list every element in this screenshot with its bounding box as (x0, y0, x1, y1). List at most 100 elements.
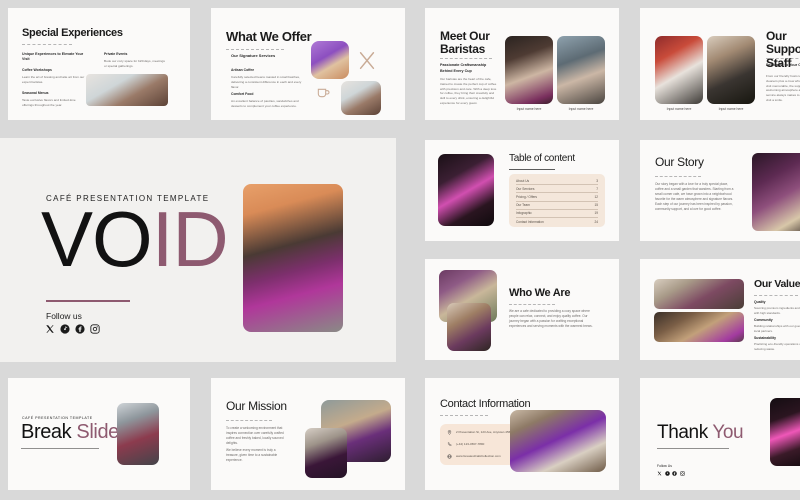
mission-paragraph-1: We believe every moment is truly a treas… (226, 448, 278, 462)
server-red-interior-photo (655, 36, 703, 104)
slide-our-mission[interactable]: Our Mission To create a welcoming enviro… (211, 378, 405, 490)
contact-row-phone[interactable]: (+44) 123-4567-7890 (447, 442, 519, 447)
tiktok-icon[interactable] (60, 324, 70, 334)
value-body-2: Practicing eco-friendly operations and r… (754, 342, 800, 351)
section-heading-0: Artisan Coffee (231, 68, 255, 72)
title-rule (226, 420, 272, 421)
slide-who-we-are[interactable]: Who We Are We are a cafe dedicated to pr… (425, 259, 619, 360)
toc-label: Pricing / Offers (516, 194, 538, 199)
slide-what-we-offer[interactable]: What We Offer Our Signature Services Art… (211, 8, 405, 120)
slide-body: Our baristas are the heart of the cafe, … (440, 77, 497, 105)
slide-meet-our-baristas[interactable]: Meet Our Baristas Passionate Craftsmansh… (425, 8, 619, 120)
hero-divider (46, 300, 130, 302)
value-heading-1: Community (754, 318, 773, 322)
slide-title: Who We Are (509, 287, 571, 299)
toc-row[interactable]: Pricing / Offers 12 (516, 193, 598, 202)
contact-text: (+44) 123-4567-7890 (456, 442, 485, 446)
section-body-1: An excellent balance of pastries, sandwi… (231, 99, 299, 108)
title-rule (440, 58, 492, 59)
friends-with-coffee-photo (447, 303, 491, 351)
contact-row-website[interactable]: www.GreatestCaféCollection.com (447, 454, 519, 459)
title-rule (766, 58, 800, 59)
tiktok-icon[interactable] (664, 471, 670, 476)
globe-icon (447, 454, 452, 459)
slide-deck-overview: Special Experiences Unique Experiences t… (0, 0, 800, 500)
slide-our-support-staff[interactable]: Input name here Input name here Our Supp… (640, 8, 800, 120)
coffee-cup-icon (317, 88, 330, 98)
thank-you-title-dark: Thank (657, 422, 708, 443)
toc-label: Infographic (516, 211, 532, 216)
slide-body: From our friendly hosts to our careful c… (766, 74, 800, 102)
slide-subtitle: Passionate Craftsmanship Behind Every Cu… (440, 63, 487, 73)
slide-table-of-content[interactable]: Table of content About Us 3 Our Services 7… (425, 140, 619, 241)
slide-our-story[interactable]: Our Story Our story began with a love fo… (640, 140, 800, 241)
social-links (45, 324, 100, 334)
slide-title: Table of content (509, 153, 575, 164)
hero-title-accent: ID (151, 195, 229, 283)
section-body-0: Carefully selected beans roasted in smal… (231, 75, 302, 89)
toc-label: Contact Information (516, 220, 544, 225)
slide-title: Special Experiences (22, 27, 123, 39)
thank-you-title-accent: You (712, 422, 744, 443)
title-rule (754, 295, 798, 296)
slide-body: Our story began with a love for a truly … (655, 182, 734, 211)
location-pin-icon (447, 430, 452, 435)
slide-break[interactable]: CAFÉ PRESENTATION TEMPLATE Break Slide (8, 378, 190, 490)
coffee-table-flowers-photo (654, 312, 744, 342)
toc-row[interactable]: Our Team 15 (516, 202, 598, 210)
title-rule (509, 169, 555, 171)
thank-you-divider (657, 448, 729, 449)
toc-row[interactable]: Infographic 19 (516, 210, 598, 218)
toc-row[interactable]: Contact Information 24 (516, 218, 598, 226)
facebook-icon[interactable] (75, 324, 85, 334)
title-rule (226, 49, 284, 50)
hero-title-dark: VO (41, 195, 153, 283)
contact-row-address[interactable]: 2 Presentation St, 123 Ave, Anytown 4567… (447, 430, 519, 435)
section-body-0: Learn the art of brewing and latte art f… (22, 75, 85, 84)
photo-caption-1: Input name here (568, 107, 594, 111)
customer-cafe-photo (341, 81, 381, 115)
toc-row[interactable]: About Us 3 (516, 177, 598, 186)
toc-page: 12 (594, 194, 598, 199)
woman-drinking-coffee-photo (86, 74, 168, 106)
x-icon[interactable] (45, 324, 55, 334)
section-heading-2: Private Events (104, 52, 128, 56)
toc-label: Our Services (516, 186, 535, 191)
facebook-icon[interactable] (672, 471, 677, 476)
toc-page: 19 (594, 211, 598, 216)
instagram-icon[interactable] (679, 471, 685, 476)
toc-row[interactable]: Our Services 7 (516, 185, 598, 194)
slide-contact-information[interactable]: Contact Information 2 Presentation St, 1… (425, 378, 619, 490)
more-than-one-coffee-neon-sign-photo (438, 154, 494, 226)
title-rule (509, 304, 555, 305)
break-eyebrow: CAFÉ PRESENTATION TEMPLATE (22, 416, 93, 420)
slide-thank-you[interactable]: Thank You Follow Us (640, 378, 800, 490)
section-body-2: Book our cozy space for birthdays, meeti… (104, 59, 165, 68)
contact-text: www.GreatestCaféCollection.com (456, 454, 501, 458)
smoothie-bowls-table-photo (510, 410, 606, 472)
value-body-0: Sourcing premium ingredients and brewing… (754, 306, 800, 315)
photo-caption-0: Input name here (516, 107, 542, 111)
x-icon[interactable] (657, 471, 662, 476)
slide-special-experiences[interactable]: Special Experiences Unique Experiences t… (8, 8, 190, 120)
break-title: Break Slide (21, 421, 119, 444)
slide-our-values[interactable]: Our Values Quality Sourcing premium ingr… (640, 259, 800, 360)
instagram-icon[interactable] (90, 324, 100, 334)
slide-hero-title[interactable]: CAFÉ PRESENTATION TEMPLATE VOID Follow u… (0, 138, 396, 362)
section-heading-1: Comfort Food (231, 92, 254, 96)
value-heading-2: Sustainability (754, 336, 777, 340)
slide-subtitle: Dedicated to Your Comfort (766, 63, 800, 67)
thank-you-title: Thank You (657, 422, 744, 444)
cafe-storefront-bougainvillea-photo (243, 184, 343, 332)
break-title-accent: Slide (76, 421, 119, 443)
social-links (657, 471, 685, 476)
slide-title: What We Offer (226, 29, 312, 44)
section-body-1: Taste exclusive flavors and limited-time… (22, 98, 76, 107)
follow-us-label: Follow Us (657, 464, 672, 468)
toc-label: Our Team (516, 203, 530, 208)
slide-title: Our Values (754, 278, 800, 290)
slide-title: Our Story (655, 155, 704, 169)
fork-and-knife-icon (359, 52, 375, 70)
section-heading-1: Seasonal Menus (22, 91, 49, 95)
barista-man-photo (557, 36, 605, 104)
